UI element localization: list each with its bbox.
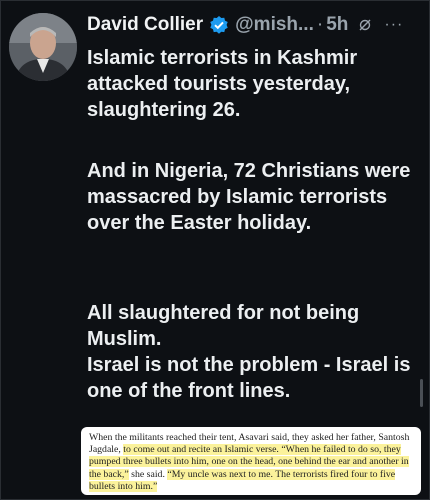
scrollbar-thumb[interactable] [420,379,423,407]
author-name[interactable]: David Collier [87,14,203,36]
article-excerpt-image[interactable]: When the militants reached their tent, A… [81,427,421,495]
author-handle[interactable]: @mish... [235,14,314,36]
avatar[interactable] [9,13,77,81]
post-paragraph-3: All slaughtered for not being Muslim. Is… [87,300,417,404]
post-timestamp[interactable]: 5h [326,14,348,36]
separator-dot: · [316,14,324,35]
excerpt-text-2: she said. [128,468,168,480]
post-paragraph-3-line-1: All slaughtered for not being Muslim. [87,302,360,350]
verified-badge-icon [209,15,229,35]
tweet-card: David Collier @mish... · 5h ··· Islamic … [0,0,430,500]
more-icon[interactable]: ··· [384,16,403,34]
post-paragraph-1: Islamic terrorists in Kashmir attacked t… [87,47,358,121]
avatar-photo [9,13,77,81]
post-paragraph-3-line-2: Israel is not the problem - Israel is on… [87,354,411,402]
post-paragraph-2: And in Nigeria, 72 Christians were massa… [87,160,411,234]
post-header: David Collier @mish... · 5h ··· [87,11,421,39]
grok-icon[interactable] [358,18,372,32]
